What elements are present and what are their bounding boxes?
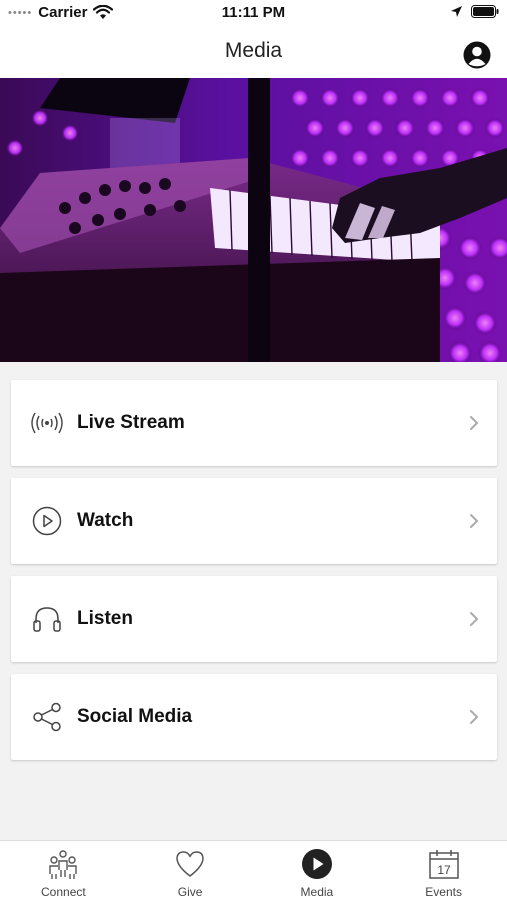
chevron-right-icon	[470, 710, 479, 724]
hero-image	[0, 78, 507, 362]
menu-item-label: Social Media	[77, 706, 193, 727]
keyboard-photo	[0, 78, 507, 362]
menu-item-watch[interactable]: Watch	[11, 478, 497, 564]
profile-icon[interactable]	[463, 41, 491, 69]
heart-icon	[176, 851, 204, 877]
menu-item-listen[interactable]: Listen	[11, 576, 497, 662]
menu-item-social-media[interactable]: Social Media	[11, 674, 497, 760]
status-right	[450, 5, 499, 18]
broadcast-icon	[31, 407, 63, 439]
battery-icon	[471, 5, 499, 18]
media-menu: Live Stream Watch Listen Social Media	[11, 380, 497, 772]
navigation-bar: Media	[0, 28, 507, 78]
share-icon	[31, 701, 63, 733]
tab-connect[interactable]: Connect	[0, 841, 127, 901]
chevron-right-icon	[470, 416, 479, 430]
menu-item-live-stream[interactable]: Live Stream	[11, 380, 497, 466]
play-circle-icon	[31, 505, 63, 537]
tab-media[interactable]: Media	[254, 841, 381, 901]
menu-item-label: Listen	[77, 608, 133, 629]
calendar-icon: 17	[428, 850, 459, 879]
tab-events[interactable]: 17 Events	[380, 841, 507, 901]
tab-label: Give	[177, 885, 203, 899]
tab-label: Connect	[41, 885, 86, 899]
headphones-icon	[31, 603, 63, 635]
menu-item-label: Watch	[77, 510, 134, 531]
status-bar: ••••• Carrier 11:11 PM	[0, 0, 507, 28]
status-time: 11:11 PM	[221, 4, 286, 21]
chevron-right-icon	[470, 514, 479, 528]
tab-label: Media	[300, 885, 334, 899]
location-arrow-icon	[451, 6, 462, 17]
page-title: Media	[224, 39, 283, 62]
chevron-right-icon	[470, 612, 479, 626]
menu-item-label: Live Stream	[77, 412, 185, 433]
tab-give[interactable]: Give	[127, 841, 254, 901]
tab-bar: Connect Give Media 17 Events	[0, 840, 507, 901]
calendar-day: 17	[437, 863, 451, 877]
play-circle-filled-icon	[301, 849, 332, 879]
tab-label: Events	[425, 885, 462, 899]
people-icon	[49, 850, 78, 879]
